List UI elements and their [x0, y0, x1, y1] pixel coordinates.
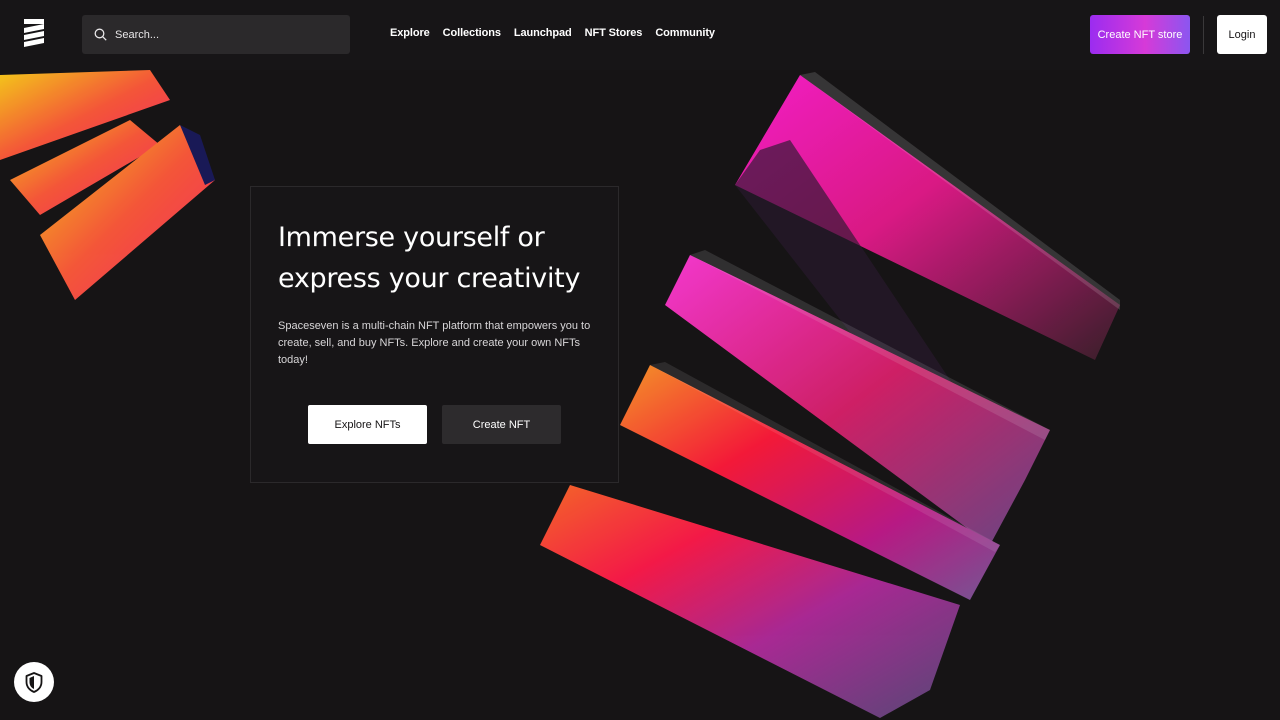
- header-divider: [1203, 16, 1204, 54]
- nav-explore[interactable]: Explore: [390, 27, 430, 39]
- hero-artwork: [0, 70, 1120, 718]
- nav-nft-stores[interactable]: NFT Stores: [585, 27, 643, 39]
- hero-card: Immerse yourself or express your creativ…: [250, 186, 619, 483]
- page: Explore Collections Launchpad NFT Stores…: [0, 0, 1280, 720]
- nav-community[interactable]: Community: [655, 27, 715, 39]
- spaceseven-logo-icon[interactable]: [24, 19, 44, 49]
- hero-description: Spaceseven is a multi-chain NFT platform…: [278, 320, 591, 366]
- privacy-settings-button[interactable]: [14, 662, 54, 702]
- shield-icon: [25, 671, 43, 693]
- hero-title-line1: Immerse yourself or: [278, 222, 545, 253]
- login-button[interactable]: Login: [1217, 15, 1267, 54]
- nav-collections[interactable]: Collections: [443, 27, 501, 39]
- explore-nfts-button[interactable]: Explore NFTs: [308, 405, 427, 444]
- top-navbar: Explore Collections Launchpad NFT Stores…: [0, 0, 1280, 70]
- search-bar[interactable]: [82, 15, 350, 54]
- hero-title: Immerse yourself or express your creativ…: [278, 217, 608, 299]
- hero-title-line2: express your creativity: [278, 263, 581, 294]
- create-nft-store-button[interactable]: Create NFT store: [1090, 15, 1190, 54]
- nav-launchpad[interactable]: Launchpad: [514, 27, 572, 39]
- create-nft-button[interactable]: Create NFT: [442, 405, 561, 444]
- main-nav: Explore Collections Launchpad NFT Stores…: [390, 27, 715, 39]
- search-input[interactable]: [113, 27, 337, 42]
- search-icon: [94, 28, 107, 41]
